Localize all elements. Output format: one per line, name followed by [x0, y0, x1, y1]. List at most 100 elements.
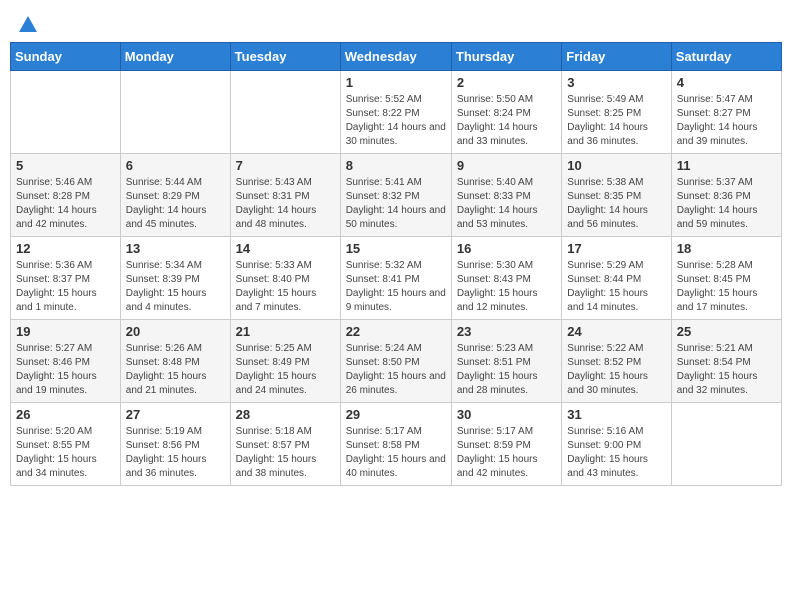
calendar-week-row: 12Sunrise: 5:36 AM Sunset: 8:37 PM Dayli… [11, 237, 782, 320]
calendar-cell: 26 Sunrise: 5:20 AM Sunset: 8:55 PM Dayli… [11, 403, 121, 486]
day-info: Sunrise: 5:22 AM Sunset: 8:52 PM Dayligh… [567, 342, 665, 398]
day-info: Sunrise: 5:26 AM Sunset: 8:48 PM Dayligh… [126, 342, 225, 398]
day-number: 3 [567, 75, 665, 90]
calendar-cell: 17Sunrise: 5:29 AM Sunset: 8:44 PM Dayli… [562, 237, 671, 320]
calendar-cell: 27 Sunrise: 5:19 AM Sunset: 8:56 PM Dayli… [120, 403, 230, 486]
calendar-cell: 22 Sunrise: 5:24 AM Sunset: 8:50 PM Dayli… [340, 320, 451, 403]
column-header-friday: Friday [562, 43, 671, 71]
day-info: Sunrise: 5:27 AM Sunset: 8:46 PM Dayligh… [16, 342, 115, 398]
calendar-cell: 19 Sunrise: 5:27 AM Sunset: 8:46 PM Dayli… [11, 320, 121, 403]
calendar-cell: 20 Sunrise: 5:26 AM Sunset: 8:48 PM Dayli… [120, 320, 230, 403]
column-header-thursday: Thursday [451, 43, 561, 71]
day-info: Sunrise: 5:25 AM Sunset: 8:49 PM Dayligh… [236, 342, 335, 398]
day-number: 10 [567, 158, 665, 173]
day-number: 24 [567, 324, 665, 339]
day-info: Sunrise: 5:23 AM Sunset: 8:51 PM Dayligh… [457, 342, 556, 398]
calendar-week-row: 5 Sunrise: 5:46 AM Sunset: 8:28 PM Daylig… [11, 154, 782, 237]
calendar-cell: 4 Sunrise: 5:47 AM Sunset: 8:27 PM Daylig… [671, 71, 781, 154]
day-number: 26 [16, 407, 115, 422]
day-number: 16 [457, 241, 556, 256]
day-info: Sunrise: 5:44 AM Sunset: 8:29 PM Dayligh… [126, 176, 225, 232]
day-info: Sunrise: 5:47 AM Sunset: 8:27 PM Dayligh… [677, 93, 776, 149]
day-info: Sunrise: 5:20 AM Sunset: 8:55 PM Dayligh… [16, 425, 115, 481]
calendar-cell: 13Sunrise: 5:34 AM Sunset: 8:39 PM Dayli… [120, 237, 230, 320]
day-number: 11 [677, 158, 776, 173]
day-info: Sunrise: 5:50 AM Sunset: 8:24 PM Dayligh… [457, 93, 556, 149]
logo [16, 14, 39, 30]
calendar-week-row: 19 Sunrise: 5:27 AM Sunset: 8:46 PM Dayli… [11, 320, 782, 403]
calendar-cell: 16 Sunrise: 5:30 AM Sunset: 8:43 PM Dayli… [451, 237, 561, 320]
day-info: Sunrise: 5:19 AM Sunset: 8:56 PM Dayligh… [126, 425, 225, 481]
calendar-cell: 21 Sunrise: 5:25 AM Sunset: 8:49 PM Dayli… [230, 320, 340, 403]
day-info: Sunrise: 5:40 AM Sunset: 8:33 PM Dayligh… [457, 176, 556, 232]
calendar-cell: 10 Sunrise: 5:38 AM Sunset: 8:35 PM Dayli… [562, 154, 671, 237]
calendar-cell: 23 Sunrise: 5:23 AM Sunset: 8:51 PM Dayli… [451, 320, 561, 403]
day-number: 5 [16, 158, 115, 173]
day-info: Sunrise: 5:37 AM Sunset: 8:36 PM Dayligh… [677, 176, 776, 232]
calendar-week-row: 1Sunrise: 5:52 AM Sunset: 8:22 PM Daylig… [11, 71, 782, 154]
day-number: 6 [126, 158, 225, 173]
calendar-cell: 7 Sunrise: 5:43 AM Sunset: 8:31 PM Daylig… [230, 154, 340, 237]
calendar-cell: 12Sunrise: 5:36 AM Sunset: 8:37 PM Dayli… [11, 237, 121, 320]
day-number: 25 [677, 324, 776, 339]
calendar-cell [11, 71, 121, 154]
calendar-cell: 25Sunrise: 5:21 AM Sunset: 8:54 PM Dayli… [671, 320, 781, 403]
day-number: 21 [236, 324, 335, 339]
day-number: 18 [677, 241, 776, 256]
calendar-cell: 2 Sunrise: 5:50 AM Sunset: 8:24 PM Daylig… [451, 71, 561, 154]
day-info: Sunrise: 5:38 AM Sunset: 8:35 PM Dayligh… [567, 176, 665, 232]
calendar-table: SundayMondayTuesdayWednesdayThursdayFrid… [10, 42, 782, 486]
calendar-cell: 14 Sunrise: 5:33 AM Sunset: 8:40 PM Dayli… [230, 237, 340, 320]
day-info: Sunrise: 5:16 AM Sunset: 9:00 PM Dayligh… [567, 425, 665, 481]
calendar-cell: 3 Sunrise: 5:49 AM Sunset: 8:25 PM Daylig… [562, 71, 671, 154]
day-info: Sunrise: 5:18 AM Sunset: 8:57 PM Dayligh… [236, 425, 335, 481]
day-number: 1 [346, 75, 446, 90]
day-number: 22 [346, 324, 446, 339]
calendar-cell: 6 Sunrise: 5:44 AM Sunset: 8:29 PM Daylig… [120, 154, 230, 237]
column-header-saturday: Saturday [671, 43, 781, 71]
day-number: 2 [457, 75, 556, 90]
calendar-header-row: SundayMondayTuesdayWednesdayThursdayFrid… [11, 43, 782, 71]
logo-icon [17, 14, 39, 36]
day-info: Sunrise: 5:34 AM Sunset: 8:39 PM Dayligh… [126, 259, 225, 315]
day-number: 20 [126, 324, 225, 339]
day-info: Sunrise: 5:36 AM Sunset: 8:37 PM Dayligh… [16, 259, 115, 315]
day-info: Sunrise: 5:43 AM Sunset: 8:31 PM Dayligh… [236, 176, 335, 232]
day-number: 4 [677, 75, 776, 90]
header [10, 10, 782, 34]
day-info: Sunrise: 5:30 AM Sunset: 8:43 PM Dayligh… [457, 259, 556, 315]
calendar-cell: 11 Sunrise: 5:37 AM Sunset: 8:36 PM Dayli… [671, 154, 781, 237]
calendar-cell: 31 Sunrise: 5:16 AM Sunset: 9:00 PM Dayli… [562, 403, 671, 486]
day-info: Sunrise: 5:49 AM Sunset: 8:25 PM Dayligh… [567, 93, 665, 149]
day-info: Sunrise: 5:28 AM Sunset: 8:45 PM Dayligh… [677, 259, 776, 315]
day-info: Sunrise: 5:17 AM Sunset: 8:59 PM Dayligh… [457, 425, 556, 481]
calendar-cell: 24 Sunrise: 5:22 AM Sunset: 8:52 PM Dayli… [562, 320, 671, 403]
day-number: 8 [346, 158, 446, 173]
day-number: 31 [567, 407, 665, 422]
day-info: Sunrise: 5:32 AM Sunset: 8:41 PM Dayligh… [346, 259, 446, 315]
day-number: 15 [346, 241, 446, 256]
calendar-cell: 5 Sunrise: 5:46 AM Sunset: 8:28 PM Daylig… [11, 154, 121, 237]
day-number: 9 [457, 158, 556, 173]
calendar-cell: 15 Sunrise: 5:32 AM Sunset: 8:41 PM Dayli… [340, 237, 451, 320]
calendar-cell: 8 Sunrise: 5:41 AM Sunset: 8:32 PM Daylig… [340, 154, 451, 237]
calendar-cell [230, 71, 340, 154]
day-number: 7 [236, 158, 335, 173]
day-number: 29 [346, 407, 446, 422]
calendar-cell [671, 403, 781, 486]
day-number: 27 [126, 407, 225, 422]
day-number: 30 [457, 407, 556, 422]
day-number: 19 [16, 324, 115, 339]
calendar-cell: 1Sunrise: 5:52 AM Sunset: 8:22 PM Daylig… [340, 71, 451, 154]
day-number: 17 [567, 241, 665, 256]
day-info: Sunrise: 5:24 AM Sunset: 8:50 PM Dayligh… [346, 342, 446, 398]
day-number: 14 [236, 241, 335, 256]
day-number: 23 [457, 324, 556, 339]
column-header-tuesday: Tuesday [230, 43, 340, 71]
day-info: Sunrise: 5:46 AM Sunset: 8:28 PM Dayligh… [16, 176, 115, 232]
calendar-week-row: 26 Sunrise: 5:20 AM Sunset: 8:55 PM Dayli… [11, 403, 782, 486]
day-info: Sunrise: 5:33 AM Sunset: 8:40 PM Dayligh… [236, 259, 335, 315]
column-header-sunday: Sunday [11, 43, 121, 71]
day-info: Sunrise: 5:17 AM Sunset: 8:58 PM Dayligh… [346, 425, 446, 481]
day-info: Sunrise: 5:41 AM Sunset: 8:32 PM Dayligh… [346, 176, 446, 232]
